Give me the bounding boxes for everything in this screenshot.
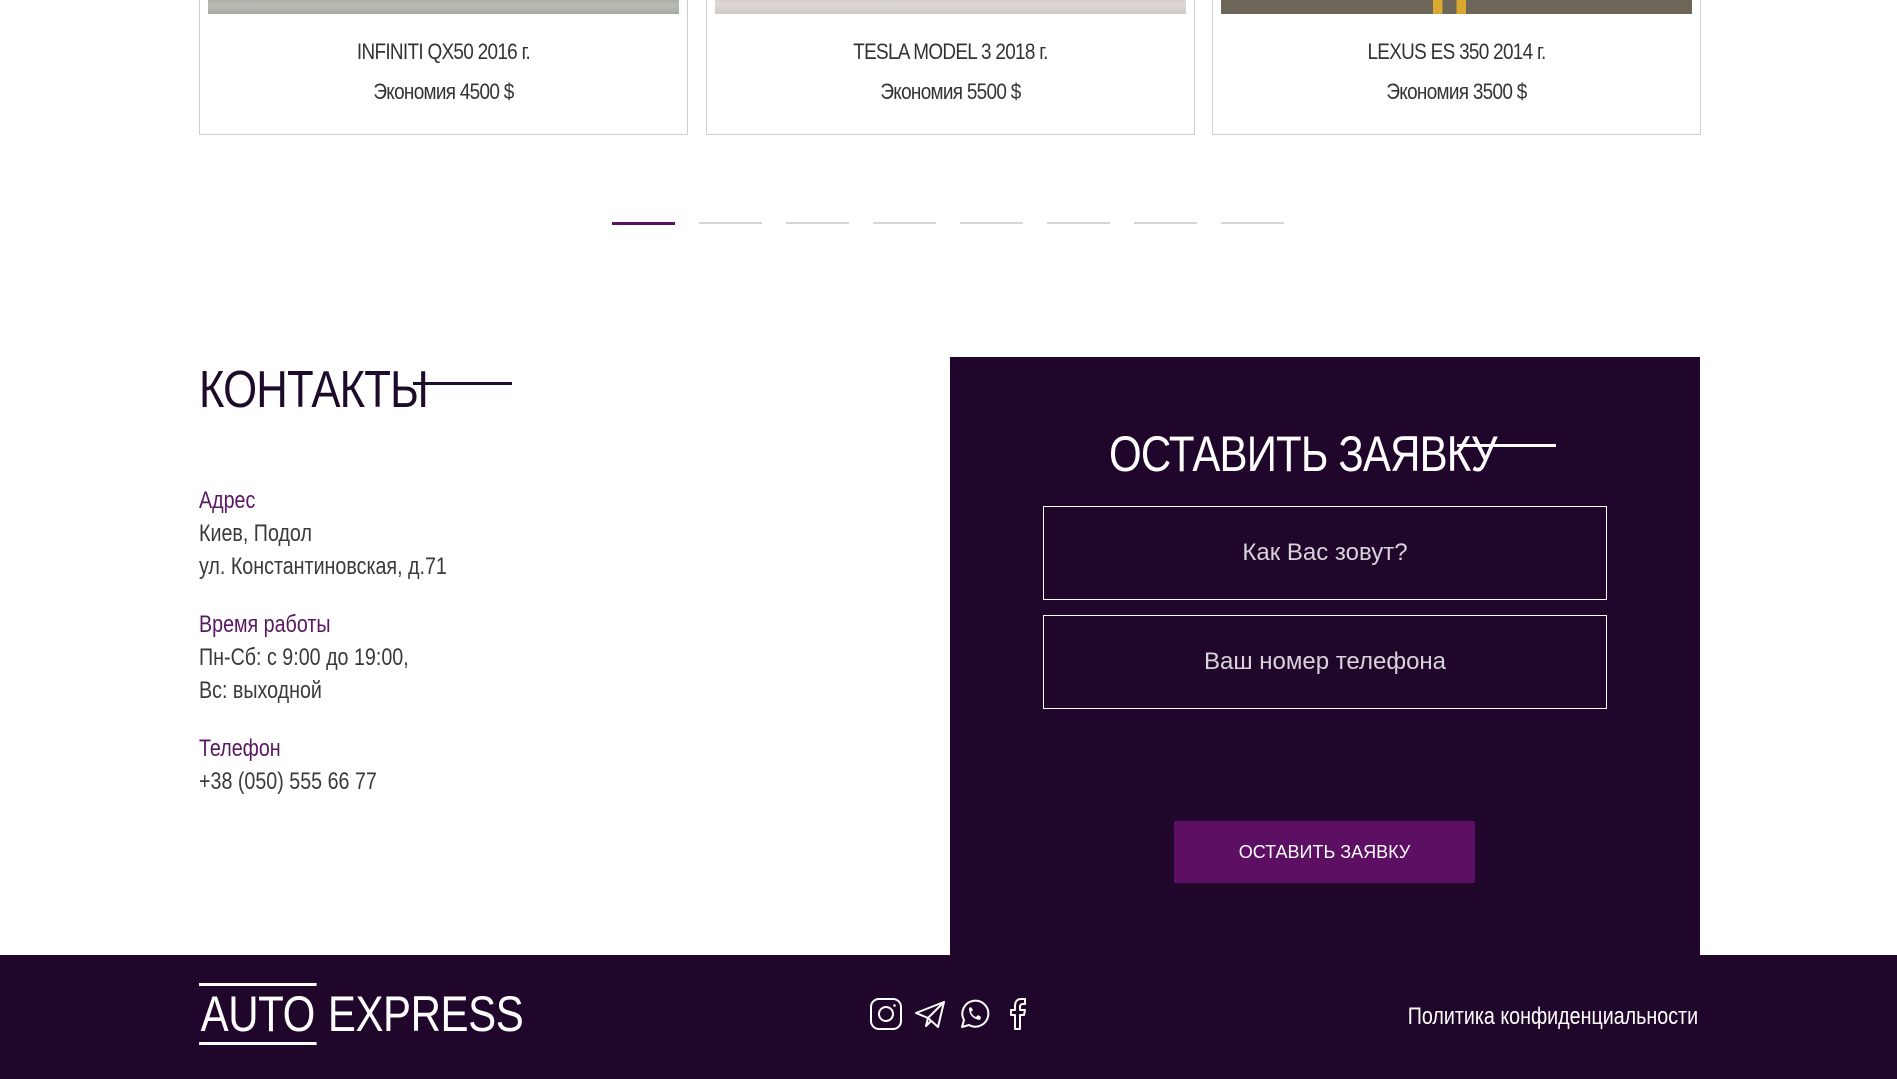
form-title: ОСТАВИТЬ ЗАЯВКУ: [1109, 426, 1498, 482]
hours-line: Пн-Сб: с 9:00 до 19:00,: [199, 644, 409, 671]
social-links: [869, 997, 1035, 1031]
carousel-dot[interactable]: [1134, 222, 1197, 224]
car-photo[interactable]: [208, 0, 679, 14]
car-name: LEXUS ES 350 2014 г.: [1367, 39, 1546, 64]
car-card-lexus[interactable]: LEXUS ES 350 2014 г. Экономия 3500 $: [1212, 0, 1701, 135]
instagram-icon[interactable]: [869, 997, 903, 1031]
footer: AUTO EXPRESS Политика конфиденциальности: [0, 955, 1897, 1079]
carousel-dot[interactable]: [873, 222, 936, 224]
phone-number[interactable]: +38 (050) 555 66 77: [199, 768, 377, 796]
carousel-dot[interactable]: [699, 222, 762, 224]
carousel-pagination: [612, 222, 1284, 226]
phone-label: Телефон: [199, 735, 281, 762]
privacy-policy-link[interactable]: Политика конфиденциальности: [1408, 1003, 1698, 1031]
car-photo[interactable]: [715, 0, 1186, 14]
contacts-title: КОНТАКТЫ: [199, 361, 429, 419]
address-label: Адрес: [199, 487, 256, 514]
car-name: TESLA MODEL 3 2018 г.: [853, 39, 1048, 64]
car-carousel: INFINITI QX50 2016 г. Экономия 4500 $ TE…: [0, 0, 1897, 140]
car-card-tesla[interactable]: TESLA MODEL 3 2018 г. Экономия 5500 $: [706, 0, 1195, 135]
carousel-dot[interactable]: [1047, 222, 1110, 224]
submit-request-button[interactable]: ОСТАВИТЬ ЗАЯВКУ: [1174, 821, 1475, 883]
car-card-infiniti[interactable]: INFINITI QX50 2016 г. Экономия 4500 $: [199, 0, 688, 135]
car-saving: Экономия 4500 $: [373, 79, 514, 104]
hours-label: Время работы: [199, 611, 331, 638]
car-photo[interactable]: [1221, 0, 1692, 14]
logo-auto: AUTO: [199, 983, 317, 1045]
car-saving: Экономия 3500 $: [1386, 79, 1527, 104]
address-line: ул. Константиновская, д.71: [199, 553, 447, 580]
facebook-icon[interactable]: [1001, 997, 1035, 1031]
title-divider: [413, 382, 512, 385]
logo-express: EXPRESS: [327, 986, 524, 1042]
request-form: ОСТАВИТЬ ЗАЯВКУ ОСТАВИТЬ ЗАЯВКУ: [950, 357, 1700, 957]
whatsapp-icon[interactable]: [957, 997, 991, 1031]
telegram-icon[interactable]: [913, 997, 947, 1031]
name-input[interactable]: [1043, 506, 1607, 600]
car-saving: Экономия 5500 $: [880, 79, 1021, 104]
carousel-dot[interactable]: [612, 222, 675, 225]
title-divider: [1457, 444, 1556, 447]
address-line: Киев, Подол: [199, 520, 312, 547]
carousel-dot[interactable]: [1221, 222, 1284, 224]
carousel-dot[interactable]: [786, 222, 849, 224]
phone-input[interactable]: [1043, 615, 1607, 709]
car-name: INFINITI QX50 2016 г.: [356, 39, 531, 64]
hours-line: Вс: выходной: [199, 677, 322, 704]
logo[interactable]: AUTO EXPRESS: [199, 983, 524, 1045]
carousel-dot[interactable]: [960, 222, 1023, 224]
